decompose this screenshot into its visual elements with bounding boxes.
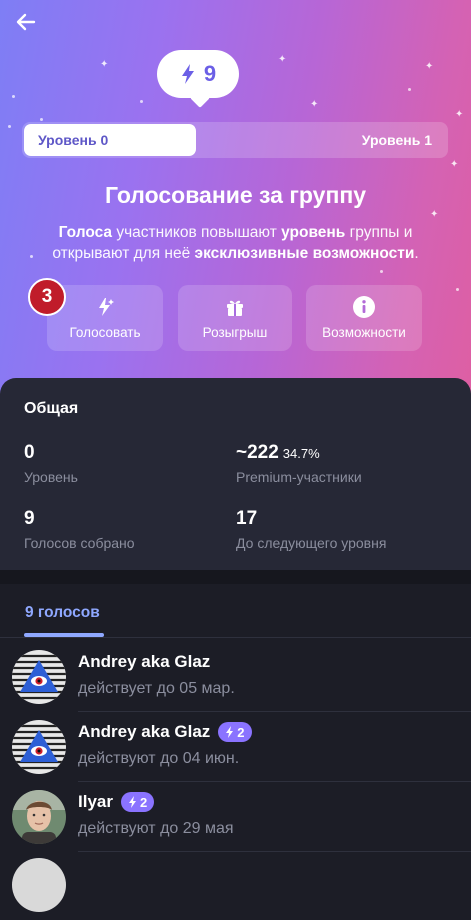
lightning-icon (128, 796, 136, 808)
avatar (12, 720, 66, 774)
stat-to-next-level: 17 До следующего уровня (236, 508, 387, 551)
avatar (12, 858, 66, 912)
lightning-icon (180, 63, 196, 85)
lightning-icon (226, 726, 234, 738)
step-number-badge: 3 (28, 278, 66, 316)
boost-badge: 2 (120, 792, 155, 812)
voter-name: Andrey aka Glaz (78, 652, 211, 671)
sparkle-icon: ✦ (425, 61, 434, 72)
page-subtitle: Голоса участников повышают уровень групп… (52, 224, 419, 262)
stats-heading: Общая (24, 400, 79, 417)
level-progress-bar: Уровень 0 Уровень 1 (22, 122, 448, 158)
arrow-left-icon (16, 13, 36, 31)
votes-list: 9 голосов Andrey aka Glaz действует до 0… (0, 584, 471, 912)
features-button[interactable]: Возможности (306, 285, 422, 351)
sparkle-icon (8, 125, 11, 128)
action-buttons: Голосовать Розыгрыш Возможности (47, 285, 427, 351)
section-divider (0, 570, 471, 584)
giveaway-button-label: Розыгрыш (202, 325, 268, 340)
sparkle-icon (380, 270, 383, 273)
sparkle-icon: ✦ (278, 54, 287, 65)
sparkle-icon (456, 288, 459, 291)
list-item[interactable]: Andrey aka Glaz действует до 05 мар. (0, 642, 471, 712)
avatar (12, 650, 66, 704)
voter-name: Ilyar 2 (78, 792, 155, 812)
info-icon (352, 295, 376, 319)
sparkle-icon (140, 100, 143, 103)
list-item[interactable]: Andrey aka Glaz 2 действуют до 04 июн. (0, 712, 471, 782)
sparkle-icon: ✦ (310, 99, 319, 110)
giveaway-button[interactable]: Розыгрыш (178, 285, 292, 351)
features-button-label: Возможности (322, 325, 406, 340)
sparkle-icon: ✦ (450, 159, 459, 170)
boost-badge: 2 (218, 722, 252, 742)
divider (0, 637, 471, 638)
boost-count: 9 (203, 61, 217, 86)
sparkle-icon (408, 88, 411, 91)
boost-count-bubble: 9 (157, 50, 239, 98)
next-level-label: Уровень 1 (361, 132, 432, 148)
stat-level: 0 Уровень (24, 442, 78, 485)
list-item-partial[interactable] (0, 850, 471, 920)
sparkle-icon: ✦ (455, 109, 464, 120)
back-button[interactable] (14, 10, 46, 38)
vote-button-label: Голосовать (69, 325, 141, 340)
gift-icon (224, 295, 246, 319)
sparkle-icon: ✦ (430, 209, 439, 220)
tab-votes[interactable]: 9 голосов (25, 604, 100, 622)
stats-card: Общая 0 Уровень ~222 34.7% Premium-участн… (0, 378, 471, 570)
stat-premium: ~222 34.7% Premium-участники (236, 442, 362, 485)
sparkle-icon (12, 95, 15, 98)
vote-expiry: действует до 05 мар. (78, 680, 235, 697)
vote-expiry: действуют до 04 июн. (78, 750, 240, 767)
sparkle-icon (40, 118, 43, 121)
list-item[interactable]: Ilyar 2 действуют до 29 мая (0, 782, 471, 852)
sparkle-icon (30, 255, 33, 258)
current-level-label: Уровень 0 (38, 132, 109, 148)
voter-name: Andrey aka Glaz 2 (78, 722, 252, 742)
avatar (12, 790, 66, 844)
sparkle-icon: ✦ (100, 59, 109, 70)
vote-expiry: действуют до 29 мая (78, 820, 234, 837)
stat-votes-collected: 9 Голосов собрано (24, 508, 135, 551)
lightning-sparkle-icon (94, 295, 116, 319)
page-title: Голосование за группу (104, 182, 367, 208)
